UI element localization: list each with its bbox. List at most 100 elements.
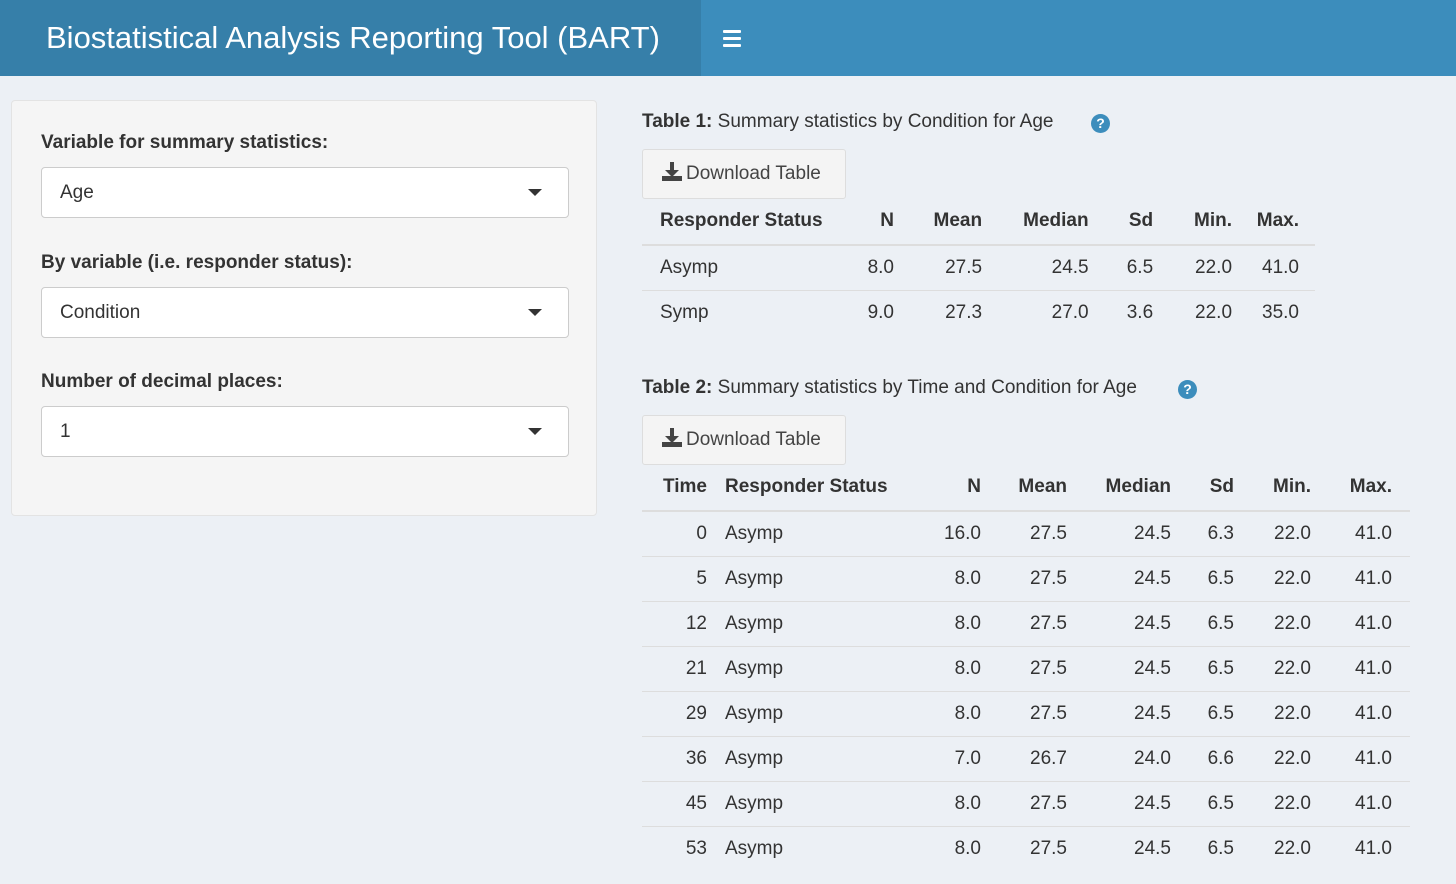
table-cell: 27.0 <box>982 289 1089 335</box>
table2-title: Table 2: Summary statistics by Time and … <box>642 377 1137 399</box>
table-cell: 26.7 <box>981 735 1067 781</box>
table1: Responder Status N Mean Median Sd Min. M… <box>642 198 1315 335</box>
table-row: 36 Asymp 7.0 26.7 24.0 6.6 22.0 41.0 <box>642 735 1410 781</box>
table-cell: 8.0 <box>867 256 894 278</box>
table-cell: 22.0 <box>1153 289 1233 335</box>
table2-col-header: Responder Status <box>725 464 925 512</box>
table-row: 45 Asymp 8.0 27.5 24.5 6.5 22.0 41.0 <box>642 780 1410 826</box>
table2-col-header: Min. <box>1234 464 1311 512</box>
table-cell: Asymp <box>725 735 925 781</box>
table2-title-text: Summary statistics by Time and Condition… <box>712 377 1137 398</box>
table2-col-header: Time <box>642 464 725 512</box>
table-cell: 27.5 <box>981 690 1067 736</box>
table-cell: 8.0 <box>925 780 981 826</box>
table-cell: 6.5 <box>1171 825 1234 871</box>
table-cell: 6.6 <box>1171 735 1234 781</box>
table-cell: 41.0 <box>1311 735 1410 781</box>
table2-download-label: Download Table <box>686 429 821 450</box>
table-row: 53 Asymp 8.0 27.5 24.5 6.5 22.0 41.0 <box>642 825 1410 871</box>
table-cell: 8.0 <box>925 555 981 601</box>
table1-col-header: Median <box>982 198 1089 246</box>
table-row: Symp 9.0 27.3 27.0 3.6 22.0 35.0 <box>642 289 1315 335</box>
table-cell: 7.0 <box>925 735 981 781</box>
table-cell: 24.5 <box>1051 256 1089 278</box>
table-cell: 41.0 <box>1355 522 1392 544</box>
question-circle-icon[interactable]: ? <box>1178 380 1197 399</box>
table-cell: 24.5 <box>1134 522 1171 544</box>
table1-download-button[interactable]: Download Table <box>642 149 846 199</box>
table-cell: 53 <box>642 825 725 871</box>
question-circle-icon[interactable]: ? <box>1091 114 1110 133</box>
table-cell: 22.0 <box>1234 825 1311 871</box>
table-cell: 27.5 <box>981 645 1067 691</box>
table-cell: 6.3 <box>1207 522 1234 544</box>
table-cell: Asymp <box>725 522 784 544</box>
sidebar-toggle-button[interactable] <box>712 18 752 58</box>
table-row: Asymp 8.0 27.5 24.5 6.5 22.0 41.0 <box>642 245 1315 290</box>
table-cell: Symp <box>642 289 837 335</box>
table-cell: 41.0 <box>1311 690 1410 736</box>
table-cell: 27.3 <box>893 289 983 335</box>
table-cell: 24.5 <box>1067 555 1171 601</box>
table-cell: 9.0 <box>836 289 894 335</box>
table-cell: 41.0 <box>1311 645 1410 691</box>
table1-col-header: N <box>836 198 894 246</box>
app-title[interactable]: Biostatistical Analysis Reporting Tool (… <box>0 0 701 76</box>
table-cell: 41.0 <box>1311 780 1410 826</box>
summary-variable-select[interactable]: Age <box>41 167 569 218</box>
table2-title-number: Table 2: <box>642 377 713 398</box>
table-cell: 8.0 <box>925 645 981 691</box>
table-cell: 27.5 <box>981 600 1067 646</box>
table-cell: 3.6 <box>1088 289 1154 335</box>
table-cell: Asymp <box>725 690 925 736</box>
table-cell: 24.5 <box>1067 690 1171 736</box>
table-cell: 22.0 <box>1234 645 1311 691</box>
table-cell: 41.0 <box>1311 555 1410 601</box>
table-cell: 22.0 <box>1234 690 1311 736</box>
table-cell: 22.0 <box>1234 735 1311 781</box>
decimal-places-label: Number of decimal places: <box>41 371 283 392</box>
top-navbar: Biostatistical Analysis Reporting Tool (… <box>0 0 1456 76</box>
caret-down-icon <box>528 428 542 435</box>
table-cell: 27.5 <box>1030 522 1067 544</box>
summary-variable-label: Variable for summary statistics: <box>41 132 329 153</box>
table-cell: 8.0 <box>925 690 981 736</box>
table1-col-header: Min. <box>1153 198 1233 246</box>
table-cell: 27.5 <box>981 780 1067 826</box>
table-header-row: Time Responder Status N Mean Median Sd M… <box>642 464 1410 512</box>
by-variable-value: Condition <box>60 302 141 323</box>
table-row: 12 Asymp 8.0 27.5 24.5 6.5 22.0 41.0 <box>642 600 1410 646</box>
table-row: 5 Asymp 8.0 27.5 24.5 6.5 22.0 41.0 <box>642 555 1410 601</box>
caret-down-icon <box>528 309 542 316</box>
table-cell: 29 <box>642 690 725 736</box>
by-variable-label: By variable (i.e. responder status): <box>41 252 353 273</box>
table-cell: 22.0 <box>1234 780 1311 826</box>
table-cell: 24.5 <box>1067 645 1171 691</box>
table-row: 21 Asymp 8.0 27.5 24.5 6.5 22.0 41.0 <box>642 645 1410 691</box>
table2-col-header: Sd <box>1171 464 1234 512</box>
table-cell: 41.0 <box>1311 600 1410 646</box>
table-cell: 6.5 <box>1171 645 1234 691</box>
table2-col-header: Mean <box>981 464 1067 512</box>
table-cell: 0 <box>696 522 707 544</box>
table-cell: Asymp <box>660 256 719 278</box>
table-cell: 27.5 <box>945 256 983 278</box>
table-cell: 6.5 <box>1171 780 1234 826</box>
table-cell: Asymp <box>725 600 925 646</box>
table1-title-number: Table 1: <box>642 111 713 132</box>
table1-title: Table 1: Summary statistics by Condition… <box>642 111 1053 133</box>
table-cell: 45 <box>642 780 725 826</box>
table-cell: Asymp <box>725 780 925 826</box>
caret-down-icon <box>528 189 542 196</box>
download-icon <box>662 428 682 447</box>
summary-variable-value: Age <box>60 182 94 203</box>
table-cell: 5 <box>642 555 725 601</box>
hamburger-icon <box>723 28 741 49</box>
decimal-places-select[interactable]: 1 <box>41 406 569 457</box>
table2-download-button[interactable]: Download Table <box>642 415 846 465</box>
table1-title-text: Summary statistics by Condition for Age <box>712 111 1054 132</box>
table-cell: 36 <box>642 735 725 781</box>
table-cell: 8.0 <box>925 825 981 871</box>
table-cell: 22.0 <box>1234 600 1311 646</box>
by-variable-select[interactable]: Condition <box>41 287 569 338</box>
